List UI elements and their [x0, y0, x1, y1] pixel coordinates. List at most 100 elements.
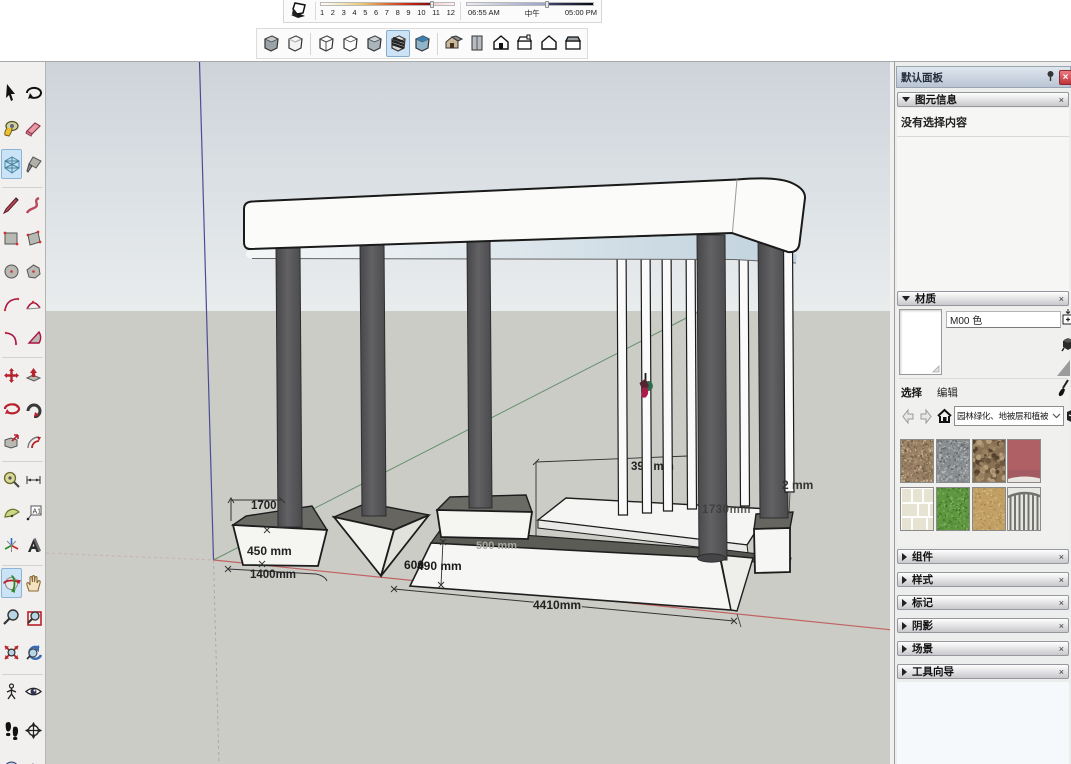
tool-orbit[interactable] — [1, 568, 22, 598]
section-close-icon[interactable]: × — [1059, 667, 1064, 677]
style-tool-wireframe-icon[interactable] — [314, 30, 338, 57]
tool-freehand[interactable] — [23, 190, 44, 220]
style-tool-shaded-textures-icon[interactable] — [386, 30, 410, 57]
style-tool-view-left-icon[interactable] — [561, 30, 585, 57]
home-icon[interactable] — [936, 407, 953, 425]
style-tool-view-back-icon[interactable] — [537, 30, 561, 57]
tool-circle[interactable] — [1, 256, 22, 286]
section-entity-info[interactable]: 图元信息 × — [897, 92, 1069, 107]
section-close-icon[interactable]: × — [1059, 552, 1064, 562]
tool-line[interactable] — [1, 190, 22, 220]
close-tray-button[interactable]: × — [1059, 70, 1071, 85]
large-tool-set: A1 — [0, 62, 46, 764]
model-viewport[interactable]: 390 mm 1700 450 mm — [46, 62, 890, 764]
style-tool-view-front-icon[interactable] — [489, 30, 513, 57]
material-swatch-grass[interactable] — [936, 487, 970, 531]
tool-zoom-extents[interactable] — [1, 637, 22, 667]
tool-zoom[interactable] — [1, 603, 22, 633]
shadow-toggle-icon[interactable] — [284, 0, 314, 21]
tool-rectangle[interactable] — [1, 223, 22, 253]
tool-zoom-window[interactable] — [23, 603, 44, 633]
entity-info-close-icon[interactable]: × — [1059, 95, 1064, 105]
material-swatch-pebbles[interactable] — [972, 439, 1006, 483]
tab-edit[interactable]: 编辑 — [937, 387, 958, 399]
tool-arc[interactable] — [1, 289, 22, 319]
style-tool-hidden-line-icon[interactable] — [338, 30, 362, 57]
sample-paint-icon[interactable] — [1057, 379, 1070, 399]
tool-rotated-rectangle[interactable] — [23, 223, 44, 253]
tool-soften-edges[interactable] — [1, 149, 22, 179]
tool-dimension[interactable] — [23, 464, 44, 494]
materials-close-icon[interactable]: × — [1059, 294, 1064, 304]
style-tool-view-top-icon[interactable] — [465, 30, 489, 57]
tool-offset[interactable] — [23, 426, 44, 456]
style-tool-view-iso-icon[interactable] — [441, 30, 465, 57]
section-2[interactable]: 样式 × — [897, 572, 1069, 587]
section-close-icon[interactable]: × — [1059, 621, 1064, 631]
section-5[interactable]: 场景 × — [897, 641, 1069, 656]
create-material-icon[interactable] — [1062, 309, 1071, 329]
preview-details-arrow-icon[interactable] — [1057, 359, 1071, 377]
section-1[interactable]: 组件 × — [897, 549, 1069, 564]
tool-push-pull[interactable] — [23, 360, 44, 390]
time-slider-handle[interactable] — [545, 1, 549, 8]
shadow-date-slider[interactable]: 123456789101112 — [317, 0, 459, 22]
tool-chisel[interactable] — [23, 149, 44, 179]
in-model-icon[interactable] — [1066, 407, 1071, 426]
material-swatch-sand[interactable] — [972, 487, 1006, 531]
tool-rotate[interactable] — [1, 393, 22, 423]
tool-follow-me[interactable] — [23, 393, 44, 423]
tool-tape-measure[interactable] — [1, 464, 22, 494]
tool-partial-a[interactable] — [1, 748, 22, 764]
tool-move[interactable] — [1, 360, 22, 390]
back-collection-icon[interactable] — [901, 408, 916, 425]
style-tool-back-edges-icon[interactable] — [283, 30, 307, 57]
material-preview[interactable] — [899, 309, 942, 375]
collections-dropdown[interactable]: 园林绿化、地被层和植被 — [954, 406, 1064, 426]
set-default-material-icon[interactable] — [1061, 335, 1071, 356]
tool-text[interactable]: A1 — [23, 497, 44, 527]
tab-select[interactable]: 选择 — [901, 387, 922, 399]
material-swatch-fence[interactable] — [1007, 487, 1041, 531]
tool-paint-bucket[interactable] — [1, 113, 22, 143]
tool-two-point-arc[interactable] — [23, 289, 44, 319]
material-swatch-rose[interactable] — [1007, 439, 1041, 483]
style-tool-shaded-icon[interactable] — [362, 30, 386, 57]
tool-partial-b[interactable] — [23, 748, 44, 764]
style-tool-xray-icon[interactable] — [259, 30, 283, 57]
tool-make-component[interactable] — [23, 77, 44, 107]
material-swatch-gravel-gray[interactable] — [936, 439, 970, 483]
style-tool-view-right-icon[interactable] — [513, 30, 537, 57]
tool-three-point-arc[interactable] — [1, 322, 22, 352]
material-name-field[interactable] — [946, 311, 1061, 328]
section-6[interactable]: 工具向导 × — [897, 664, 1069, 679]
tool-walk[interactable] — [1, 715, 22, 745]
section-close-icon[interactable]: × — [1059, 575, 1064, 585]
tool-previous[interactable] — [23, 637, 44, 667]
section-close-icon[interactable]: × — [1059, 598, 1064, 608]
section-4[interactable]: 阴影 × — [897, 618, 1069, 633]
style-tool-monochrome-icon[interactable] — [410, 30, 434, 57]
tool-eraser[interactable] — [23, 113, 44, 143]
tool-position-camera[interactable] — [1, 677, 22, 707]
tool-protractor[interactable] — [1, 497, 22, 527]
material-swatch-brick-ivory[interactable] — [900, 487, 934, 531]
tool-scale[interactable] — [1, 426, 22, 456]
tool-polygon[interactable] — [23, 256, 44, 286]
pin-icon[interactable] — [1046, 70, 1055, 85]
tool-look-around[interactable] — [23, 677, 44, 707]
tray-title-bar[interactable]: 默认面板 × — [896, 66, 1071, 88]
section-close-icon[interactable]: × — [1059, 644, 1064, 654]
date-slider-handle[interactable] — [430, 1, 434, 8]
material-swatch-gravel-brown[interactable] — [900, 439, 934, 483]
section-materials[interactable]: 材质 × — [897, 291, 1069, 306]
tool-text-3d[interactable] — [23, 530, 44, 560]
tool-select[interactable] — [1, 77, 22, 107]
section-3[interactable]: 标记 × — [897, 595, 1069, 610]
tool-section-plane[interactable] — [23, 715, 44, 745]
tool-pan[interactable] — [23, 568, 44, 598]
forward-collection-icon[interactable] — [918, 408, 933, 425]
tool-axes[interactable] — [1, 530, 22, 560]
shadow-time-slider[interactable]: 06:55 AM 中午 05:00 PM — [462, 0, 601, 22]
tool-pie[interactable] — [23, 322, 44, 352]
